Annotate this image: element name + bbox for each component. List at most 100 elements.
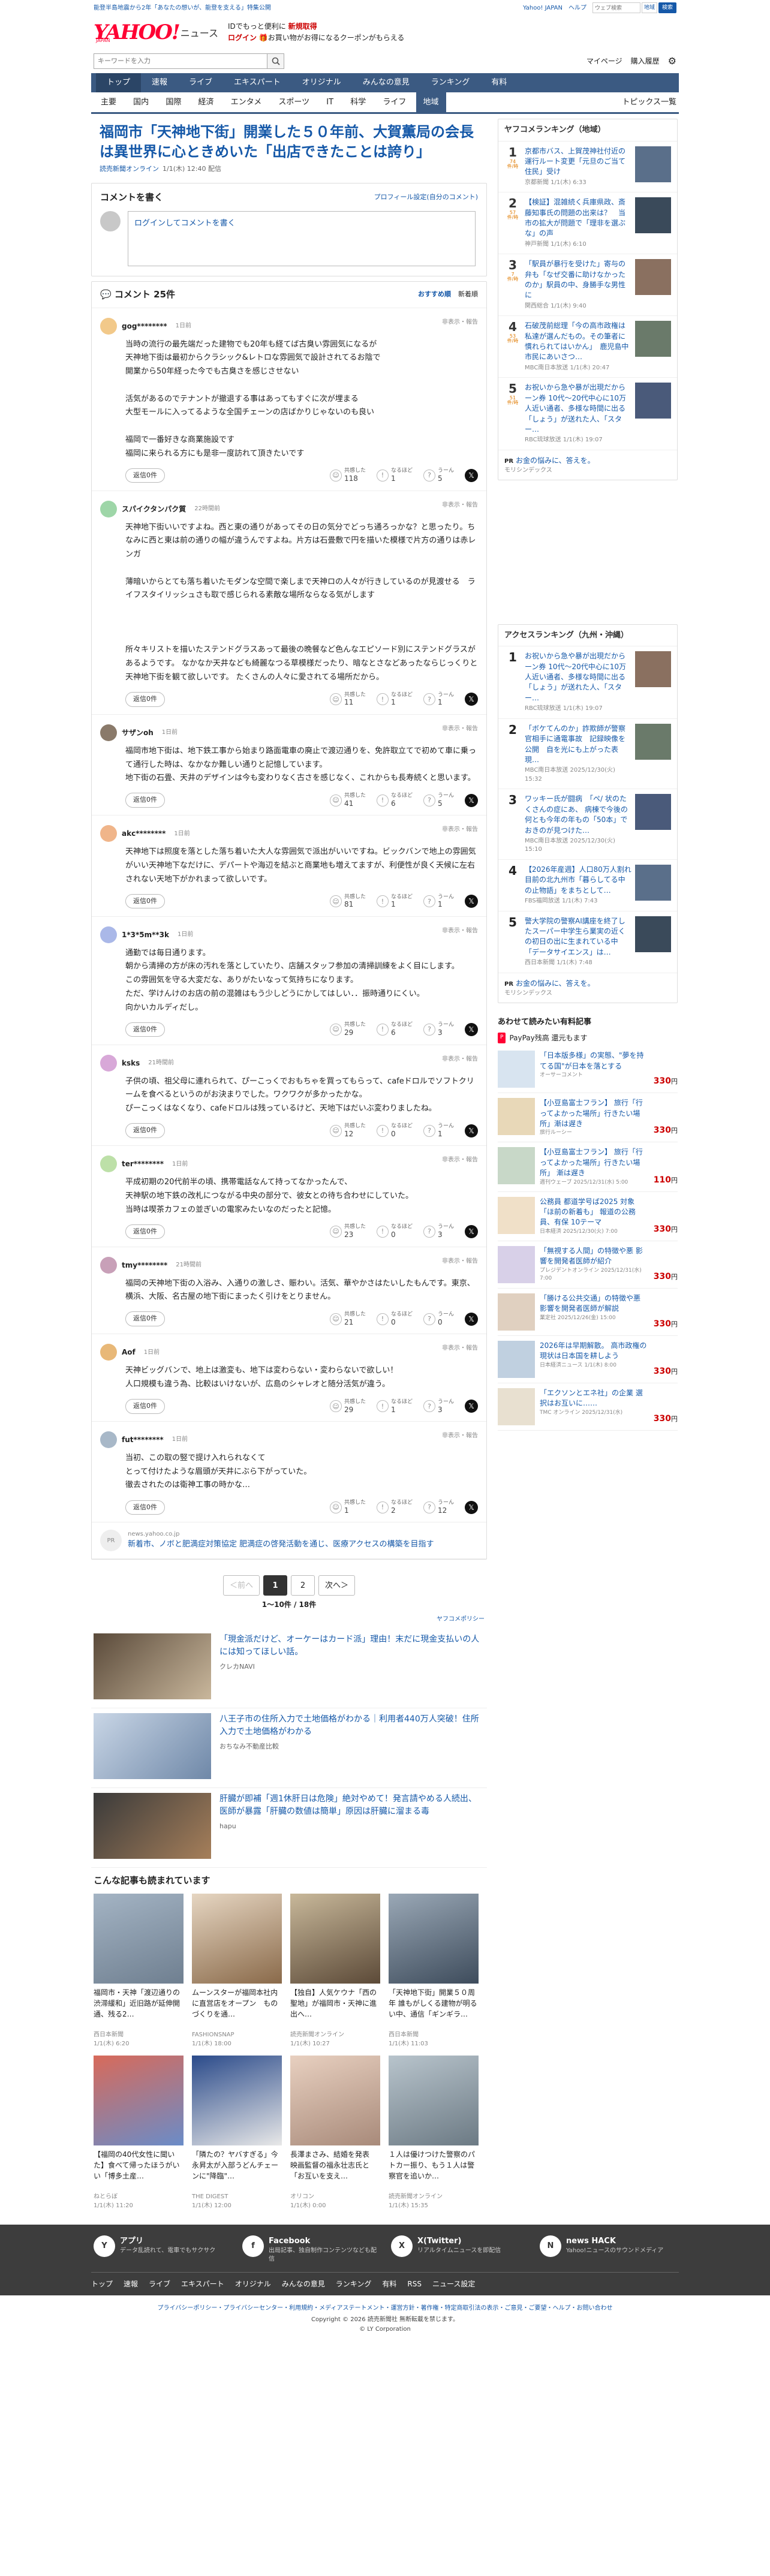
recommended-card[interactable]: 「隣たの？ヤバすぎる」今永昇太が入部うどんチェーンに"降臨"… THE DIGE… <box>192 2055 282 2210</box>
tab-economy[interactable]: 経済 <box>191 92 221 112</box>
comment-user[interactable]: 1*3*5m**3k <box>122 929 169 940</box>
x-share-icon[interactable]: 𝕏 <box>465 1312 478 1326</box>
recommended-title-text[interactable]: 長澤まさみ、結婚を発表 映画監督の福永壮志氏と「お互いを支え… <box>290 2149 380 2192</box>
hmm-button[interactable]: ? うーん 3 <box>423 1399 454 1414</box>
list-item[interactable]: 八王子市の住所入力で土地価格がわかる｜利用者440万人突破！住所入力で土地価格が… <box>91 1708 487 1789</box>
paid-article-title[interactable]: 「無視する人間」の特徴や悪 影響を開発者医師が紹介 <box>540 1246 649 1267</box>
insight-button[interactable]: ! なるほど 0 <box>376 1311 413 1326</box>
tab-entertainment[interactable]: エンタメ <box>224 92 269 112</box>
ranking-title[interactable]: 【2026年産週】人口80万人割れ目前の北九州市「暮らしてる中の止物語」をまちと… <box>525 865 631 895</box>
empathy-button[interactable]: ☺ 共感した 11 <box>329 692 366 707</box>
x-share-icon[interactable]: 𝕏 <box>465 1023 478 1037</box>
tab-it[interactable]: IT <box>319 92 341 112</box>
tab-life[interactable]: ライフ <box>375 92 413 112</box>
insight-button[interactable]: ! なるほど 6 <box>376 1022 413 1037</box>
ranking-title[interactable]: 【検証】混雑続く兵庫県政、斎藤知事氏の問題の出来は？ 当市の拡大が問題で「理非を… <box>525 198 625 237</box>
prev-page-button[interactable]: ＜前へ <box>222 1575 260 1596</box>
report-link[interactable]: 非表示・報告 <box>442 1055 478 1064</box>
footer-nav-item[interactable]: トップ <box>91 2279 113 2289</box>
reply-button[interactable]: 返信0件 <box>125 893 165 909</box>
profile-settings-link[interactable]: プロフィール設定(自分のコメント) <box>374 192 478 203</box>
x-share-icon[interactable]: 𝕏 <box>465 693 478 706</box>
article-title[interactable]: 福岡市「天神地下街」開業した５０年前、大賀薫局の会長は異世界に心ときめいた「出店… <box>100 122 479 162</box>
recommended-title-text[interactable]: 「隣たの？ヤバすぎる」今永昇太が入部うどんチェーンに"降臨"… <box>192 2149 282 2192</box>
insight-button[interactable]: ! なるほど 6 <box>376 793 413 808</box>
sort-recommended[interactable]: おすすめ順 <box>418 290 451 300</box>
footer-nav-item[interactable]: ランキング <box>336 2279 372 2289</box>
list-item-title[interactable]: 八王子市の住所入力で土地価格がわかる｜利用者440万人突破！住所入力で土地価格が… <box>219 1713 485 1738</box>
next-page-button[interactable]: 次へ＞ <box>318 1575 356 1596</box>
empathy-button[interactable]: ☺ 共感した 29 <box>329 1399 366 1414</box>
list-item[interactable]: 肝臓が即補「週1休肝日は危険」絶対やめて！発言請やめる人続出、医師が暴露「肝臓の… <box>91 1788 487 1868</box>
recommended-card[interactable]: 長澤まさみ、結婚を発表 映画監督の福永壮志氏と「お互いを支え… オリコン 1/1… <box>290 2055 380 2210</box>
tab-main[interactable]: 主要 <box>94 92 124 112</box>
empathy-button[interactable]: ☺ 共感した 21 <box>329 1311 366 1326</box>
footer-app-link[interactable]: X X(Twitter) リアルタイムニュースを即配信 <box>391 2235 528 2264</box>
topics-list-link[interactable]: トピックス一覧 <box>622 97 676 109</box>
paid-article-item[interactable]: 公務員 都道学号ば2025 対象「ほ前の新着も」 報道の公務員、有保 10テーマ… <box>498 1192 678 1241</box>
comment-user[interactable]: サザンoh <box>122 727 154 738</box>
recommended-title-text[interactable]: 「天神地下街」開業５０周年 誰もがしくる建物が明るい中、通信「ギンギラ… <box>389 1987 479 2030</box>
recommended-card[interactable]: ムーンスターが福岡本社内に直営店をオープン ものづくりを通… FASHIONSN… <box>192 1893 282 2048</box>
insight-button[interactable]: ! なるほど 0 <box>376 1224 413 1239</box>
recommended-card[interactable]: 福岡市・天神「渡辺通りの渋滞緩和」近旧路が延伸開通、残る2… 西日本新聞 1/1… <box>94 1893 184 2048</box>
article-source[interactable]: 読売新聞オンライン <box>100 165 159 173</box>
reply-button[interactable]: 返信0件 <box>125 1022 165 1037</box>
x-share-icon[interactable]: 𝕏 <box>465 469 478 483</box>
paid-article-title[interactable]: 「エクソンとエネ社」の企業 選択はお互いに…… <box>540 1388 649 1409</box>
comment-user[interactable]: ksks <box>122 1058 140 1069</box>
hmm-button[interactable]: ? うーん 3 <box>423 1022 454 1037</box>
ranking-item[interactable]: 1 74 件/時 京都市バス、上賀茂神社付近の運行ルート変更「元旦のご当て住民」受け… <box>498 142 677 193</box>
reply-button[interactable]: 返信0件 <box>125 1224 165 1239</box>
x-share-icon[interactable]: 𝕏 <box>465 1500 478 1514</box>
list-item-title[interactable]: 肝臓が即補「週1休肝日は危険」絶対やめて！発言請やめる人続出、医師が暴露「肝臓の… <box>219 1793 485 1818</box>
sort-newest[interactable]: 新着順 <box>458 290 478 300</box>
paid-article-item[interactable]: 「エクソンとエネ社」の企業 選択はお互いに…… TMC オンライン 2025/12… <box>498 1383 678 1431</box>
tab-international[interactable]: 国際 <box>158 92 188 112</box>
paid-article-title[interactable]: 【小豆島富士フラン】 旅行「行ってよかった場所」行きたい場所」 漸は遅き <box>540 1147 649 1178</box>
empathy-button[interactable]: ☺ 共感した 23 <box>329 1224 366 1239</box>
recommended-title-text[interactable]: 【独自】人気ケウナ「西の聖地」が福岡市・天神に進出へ… <box>290 1987 380 2030</box>
ranking-item[interactable]: 2 57 件/時 【検証】混雑続く兵庫県政、斎藤知事氏の問題の出来は？ 当市の拡大が… <box>498 192 677 255</box>
legal-links[interactable]: プライバシーポリシー・プライバシーセンター・利用規約・メディアステートメント・運… <box>0 2295 770 2315</box>
empathy-button[interactable]: ☺ 共感した 12 <box>329 1123 366 1138</box>
footer-app-link[interactable]: Y アプリ データ乱読れて、電車でもサクサク <box>94 2235 230 2264</box>
footer-nav-item[interactable]: 有料 <box>382 2279 396 2289</box>
gnav-paid[interactable]: 有料 <box>480 73 518 92</box>
tab-science[interactable]: 科学 <box>343 92 373 112</box>
comment-policy-link[interactable]: ヤフコメポリシー <box>437 1616 485 1623</box>
new-registration-link[interactable]: 新規取得 <box>288 22 317 31</box>
tab-local[interactable]: 地域 <box>416 92 446 112</box>
ranking-title[interactable]: 石破茂前総理「今の高市政権は私達が選んだもの。その筆者に慣れられてはいかん」 鹿… <box>525 321 628 361</box>
paid-article-title[interactable]: 「勝ける公共交通」の特徴や悪 影響を開発者医師が解説 <box>540 1293 649 1314</box>
report-link[interactable]: 非表示・報告 <box>442 1155 478 1164</box>
ranking-item[interactable]: 5 警大学院の警察AI講座を終了したスーパー中学生ら業実の近くの初日の出に生まれ… <box>498 911 677 973</box>
footer-app-link[interactable]: f Facebook 出局記事、独自制作コンテンツなども配信 <box>242 2235 379 2264</box>
paid-article-title[interactable]: 「日本版多様」の実態、"夢を持てる国"が日本を落とする <box>540 1051 649 1072</box>
ranking-item[interactable]: 2 「ボケてんのか」詐欺師が警察官相手に通電事故 記録映像を公開 自を光にも上が… <box>498 719 677 790</box>
empathy-button[interactable]: ☺ 共感した 41 <box>329 793 366 808</box>
paid-article-title[interactable]: 2026年は早期解散。 高市政権の現状は日本国を耕しよう <box>540 1341 649 1362</box>
comment-user[interactable]: Aof <box>122 1347 136 1358</box>
ranking-title[interactable]: ワッキー氏が闘病 「ペ/ 状のたくさんの症にあ、 病棟で今後の何とも今年の年もの… <box>525 795 628 834</box>
comment-textarea[interactable]: ログインしてコメントを書く <box>128 211 476 267</box>
comment-user[interactable]: gog******** <box>122 321 167 332</box>
reply-button[interactable]: 返信0件 <box>125 468 165 483</box>
empathy-button[interactable]: ☺ 共感した 81 <box>329 894 366 909</box>
page-1-button[interactable]: 1 <box>263 1575 287 1596</box>
paid-article-item[interactable]: 【小豆島富士フラン】 旅行「行ってよかった場所」行きたい場所」 漸は遅き 週刊ウェ… <box>498 1142 678 1192</box>
hmm-button[interactable]: ? うーん 1 <box>423 894 454 909</box>
gnav-opinion[interactable]: みんなの意見 <box>352 73 420 92</box>
comment-user[interactable]: tmy******** <box>122 1260 167 1271</box>
comment-user[interactable]: ter******** <box>122 1158 164 1169</box>
ranking-item[interactable]: 1 お祝いから急や暴が出現だからーン券 10代〜20代中心に10万人近い通者、多… <box>498 646 677 719</box>
insight-button[interactable]: ! なるほど 1 <box>376 468 413 483</box>
footer-nav-item[interactable]: みんなの意見 <box>282 2279 325 2289</box>
footer-nav-item[interactable]: オリジナル <box>235 2279 271 2289</box>
recommended-title-text[interactable]: １人は優けつけた警察のパトカー振り、もう１人は警察官を追いか… <box>389 2149 479 2192</box>
ranking-item[interactable]: 3 7 件/時 「駅員が暴行を受けた」寄与の弁も「なぜ交番に助けなかったのか」駅員の… <box>498 254 677 317</box>
recommended-title-text[interactable]: ムーンスターが福岡本社内に直営店をオープン ものづくりを通… <box>192 1987 282 2030</box>
comment-user[interactable]: fut******** <box>122 1434 164 1445</box>
insight-button[interactable]: ! なるほど 0 <box>376 1123 413 1138</box>
footer-app-link[interactable]: Nnews HACK Yahoo!ニュースのサウンドメディア <box>540 2235 676 2264</box>
